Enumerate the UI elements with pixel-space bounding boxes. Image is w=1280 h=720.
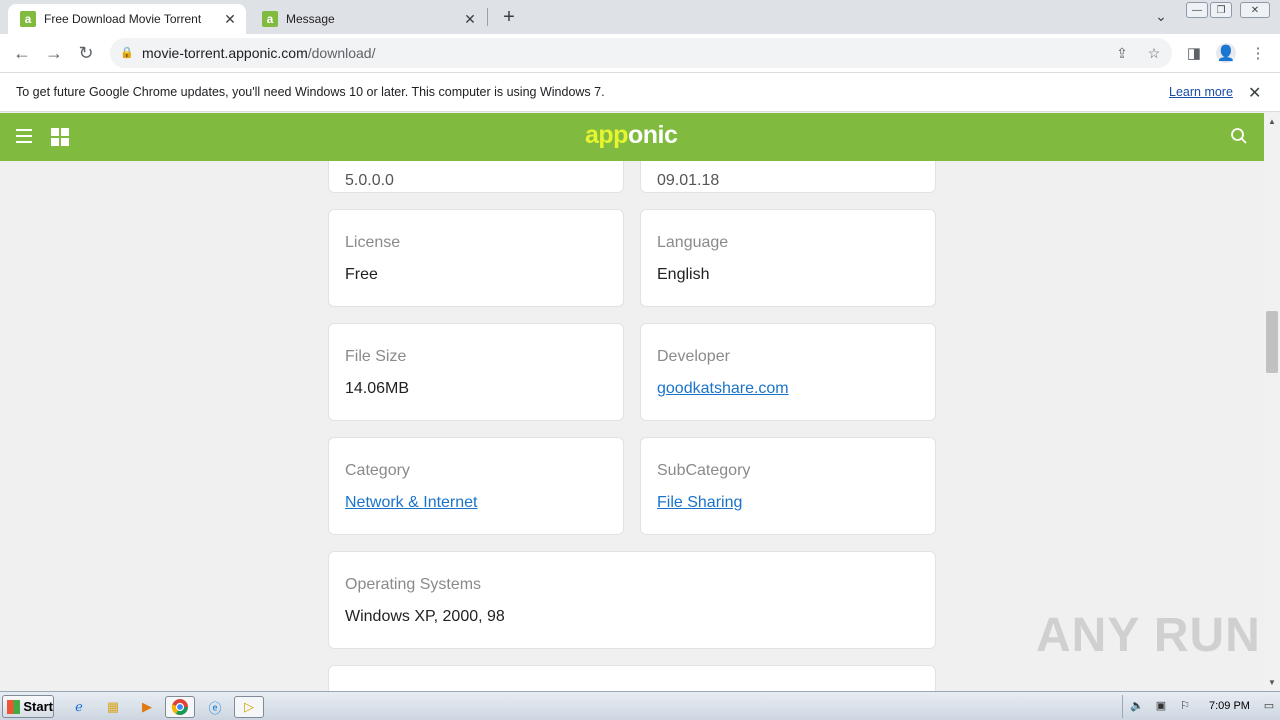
start-label: Start <box>23 699 53 714</box>
bookmark-star-icon[interactable]: ☆ <box>1144 43 1164 63</box>
new-tab-plus-icon[interactable]: + <box>498 6 520 28</box>
logo-part-app: app <box>585 121 628 149</box>
network-icon[interactable]: ▣ <box>1153 699 1169 713</box>
tab-message[interactable]: a Message ✕ <box>250 4 486 34</box>
version-value: 5.0.0.0 <box>345 172 394 189</box>
windows-logo-icon[interactable] <box>51 128 69 146</box>
category-link[interactable]: Network & Internet <box>345 494 478 512</box>
tab-close-icon[interactable]: ✕ <box>222 11 238 27</box>
show-desktop-icon[interactable]: ▭ <box>1261 699 1277 713</box>
language-label: Language <box>657 234 729 251</box>
browser-toolbar: ← → ↻ 🔒 movie-torrent.apponic.com/downlo… <box>0 34 1280 72</box>
side-panel-icon[interactable]: ◨ <box>1184 43 1204 63</box>
file-size-label: File Size <box>345 348 407 365</box>
tab-free-download-movie-torrent[interactable]: a Free Download Movie Torrent ✕ <box>8 4 246 34</box>
browser-tab-strip: a Free Download Movie Torrent ✕ a Messag… <box>0 0 1280 34</box>
next-card-partial <box>328 665 936 691</box>
apponic-favicon-icon: a <box>262 11 278 27</box>
app-taskbar-icon[interactable]: ▷ <box>234 696 264 718</box>
infobar-message: To get future Google Chrome updates, you… <box>16 85 605 99</box>
file-size-card: File Size 14.06MB <box>328 323 624 421</box>
date-value: 09.01.18 <box>657 172 720 189</box>
apponic-favicon-icon: a <box>20 11 36 27</box>
url-text[interactable]: movie-torrent.apponic.com/download/ <box>142 45 375 61</box>
file-explorer-folder-icon[interactable]: ▦ <box>102 696 124 718</box>
tab-search-chevron-icon[interactable]: ⌄ <box>1151 8 1171 26</box>
back-arrow-icon[interactable]: ← <box>10 41 34 65</box>
system-tray: 🔈 ▣ ⚐ 7:09 PM ▭ <box>1122 695 1278 718</box>
date-card: 09.01.18 <box>640 161 936 193</box>
license-value: Free <box>345 266 378 283</box>
media-player-icon[interactable]: ▶ <box>136 696 158 718</box>
tab-title: Message <box>286 12 335 26</box>
share-icon[interactable]: ⇪ <box>1112 43 1132 63</box>
license-card: License Free <box>328 209 624 307</box>
scroll-up-arrow-icon[interactable]: ▲ <box>1268 117 1276 126</box>
subcategory-card: SubCategory File Sharing <box>640 437 936 535</box>
subcategory-link[interactable]: File Sharing <box>657 494 742 512</box>
minimize-window-icon[interactable]: — <box>1186 2 1208 18</box>
language-value: English <box>657 266 710 283</box>
file-size-value: 14.06MB <box>345 380 410 397</box>
restore-window-icon[interactable]: ❐ <box>1210 2 1232 18</box>
tab-close-icon[interactable]: ✕ <box>462 11 478 27</box>
reload-icon[interactable]: ↻ <box>74 41 98 65</box>
category-label: Category <box>345 462 410 479</box>
learn-more-link[interactable]: Learn more <box>1169 85 1233 99</box>
chrome-update-infobar: To get future Google Chrome updates, you… <box>0 72 1280 112</box>
profile-avatar-icon[interactable]: 👤 <box>1216 43 1236 63</box>
site-header: apponic <box>0 113 1264 161</box>
apponic-logo[interactable]: apponic <box>585 121 678 150</box>
action-center-flag-icon[interactable]: ⚐ <box>1177 699 1193 713</box>
windows-taskbar: Start ℯ ▦ ▶ ⓔ ▷ 🔈 ▣ ⚐ 7:09 PM ▭ <box>0 691 1280 720</box>
category-card: Category Network & Internet <box>328 437 624 535</box>
developer-link[interactable]: goodkatshare.com <box>657 380 789 398</box>
url-host: movie-torrent.apponic.com <box>142 45 308 61</box>
tab-separator <box>487 8 488 26</box>
menu-kebab-icon[interactable]: ⋮ <box>1248 43 1268 63</box>
internet-explorer-icon[interactable]: ℯ <box>68 696 90 718</box>
volume-icon[interactable]: 🔈 <box>1129 699 1145 713</box>
scroll-down-arrow-icon[interactable]: ▼ <box>1268 678 1276 687</box>
logo-part-onic: onic <box>627 121 678 149</box>
windows-flag-icon <box>7 699 21 714</box>
lock-icon[interactable]: 🔒 <box>120 46 134 60</box>
subcategory-label: SubCategory <box>657 462 751 479</box>
hamburger-menu-icon[interactable] <box>16 129 32 143</box>
close-window-icon[interactable]: ✕ <box>1240 2 1270 18</box>
edge-browser-icon[interactable]: ⓔ <box>204 696 226 718</box>
operating-systems-card: Operating Systems Windows XP, 2000, 98 <box>328 551 936 649</box>
chrome-taskbar-icon[interactable] <box>165 696 195 718</box>
tab-title: Free Download Movie Torrent <box>44 12 202 26</box>
developer-label: Developer <box>657 348 730 365</box>
forward-arrow-icon[interactable]: → <box>42 41 66 65</box>
page-scrollbar[interactable]: ▲ ▼ <box>1264 113 1280 691</box>
anyrun-watermark: ANY RUN <box>1036 609 1261 662</box>
url-path: /download/ <box>307 45 376 61</box>
taskbar-clock[interactable]: 7:09 PM <box>1209 700 1250 712</box>
license-label: License <box>345 234 401 251</box>
address-bar[interactable]: 🔒 movie-torrent.apponic.com/download/ ⇪ … <box>110 38 1172 68</box>
search-icon[interactable] <box>1230 127 1250 147</box>
start-button[interactable]: Start <box>2 695 54 718</box>
version-card: 5.0.0.0 <box>328 161 624 193</box>
infobar-close-icon[interactable]: ✕ <box>1248 83 1261 103</box>
operating-systems-value: Windows XP, 2000, 98 <box>345 608 505 625</box>
developer-card: Developer goodkatshare.com <box>640 323 936 421</box>
scroll-thumb[interactable] <box>1266 311 1278 373</box>
operating-systems-label: Operating Systems <box>345 576 482 593</box>
language-card: Language English <box>640 209 936 307</box>
